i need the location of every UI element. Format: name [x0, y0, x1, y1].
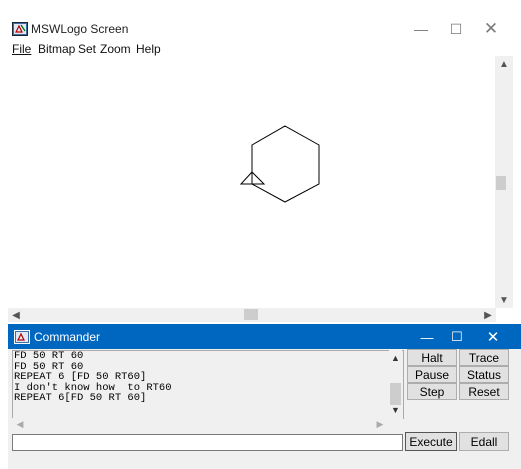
reset-button[interactable]: Reset: [459, 383, 509, 400]
scroll-down-icon[interactable]: ▼: [389, 404, 402, 416]
turtle-drawing: [239, 125, 320, 203]
menu-file-label: File: [12, 42, 32, 56]
trace-button[interactable]: Trace: [459, 349, 509, 366]
scroll-up-icon[interactable]: ▲: [389, 352, 402, 364]
menu-help-label: Help: [136, 42, 161, 56]
maximize-button[interactable]: ☐: [441, 19, 471, 39]
minimize-button[interactable]: —: [406, 19, 436, 39]
commander-close-button[interactable]: ✕: [478, 327, 508, 347]
scroll-left-icon[interactable]: ◀: [14, 418, 26, 431]
status-button[interactable]: Status: [459, 366, 509, 383]
menu-zoom-label: Zoom: [100, 42, 131, 56]
pause-button[interactable]: Pause: [407, 366, 457, 383]
menu-file[interactable]: File: [12, 42, 31, 56]
command-history-text[interactable]: FD 50 RT 60 FD 50 RT 60 REPEAT 6 [FD 50 …: [14, 351, 172, 404]
scroll-left-icon[interactable]: ◀: [8, 308, 24, 322]
halt-button[interactable]: Halt: [407, 349, 457, 366]
hexagon-shape: [251, 125, 320, 203]
window-title: MSWLogo Screen: [31, 22, 129, 36]
scroll-down-icon[interactable]: ▼: [495, 292, 513, 308]
scroll-right-icon[interactable]: ▶: [480, 308, 496, 322]
logo-app-icon: [12, 22, 28, 36]
command-input[interactable]: [12, 434, 403, 451]
commander-maximize-button[interactable]: ☐: [442, 327, 472, 347]
menu-help[interactable]: Help: [136, 42, 161, 56]
history-horizontal-scrollbar[interactable]: [12, 418, 390, 431]
menu-bitmap-label: Bitmap: [38, 42, 76, 56]
commander-minimize-button[interactable]: —: [412, 327, 442, 347]
close-button[interactable]: ✕: [476, 19, 506, 39]
history-scroll-thumb[interactable]: [390, 383, 401, 405]
menu-bar: File Bitmap Set Zoom Help: [0, 38, 521, 58]
menu-zoom[interactable]: Zoom: [100, 42, 131, 56]
execute-button[interactable]: Execute: [405, 432, 457, 451]
step-button[interactable]: Step: [407, 383, 457, 400]
drawing-canvas[interactable]: [0, 56, 509, 308]
horizontal-scroll-thumb[interactable]: [244, 309, 258, 320]
menu-set-label: Set: [78, 42, 97, 56]
logo-app-icon: [14, 330, 30, 344]
scroll-up-icon[interactable]: ▲: [495, 56, 513, 72]
menu-set[interactable]: Set: [78, 42, 96, 56]
menu-bitmap[interactable]: Bitmap: [38, 42, 75, 56]
vertical-scroll-thumb[interactable]: [496, 176, 506, 190]
edall-button[interactable]: Edall: [459, 432, 509, 451]
scroll-right-icon[interactable]: ▶: [374, 418, 386, 431]
commander-title: Commander: [34, 330, 101, 344]
